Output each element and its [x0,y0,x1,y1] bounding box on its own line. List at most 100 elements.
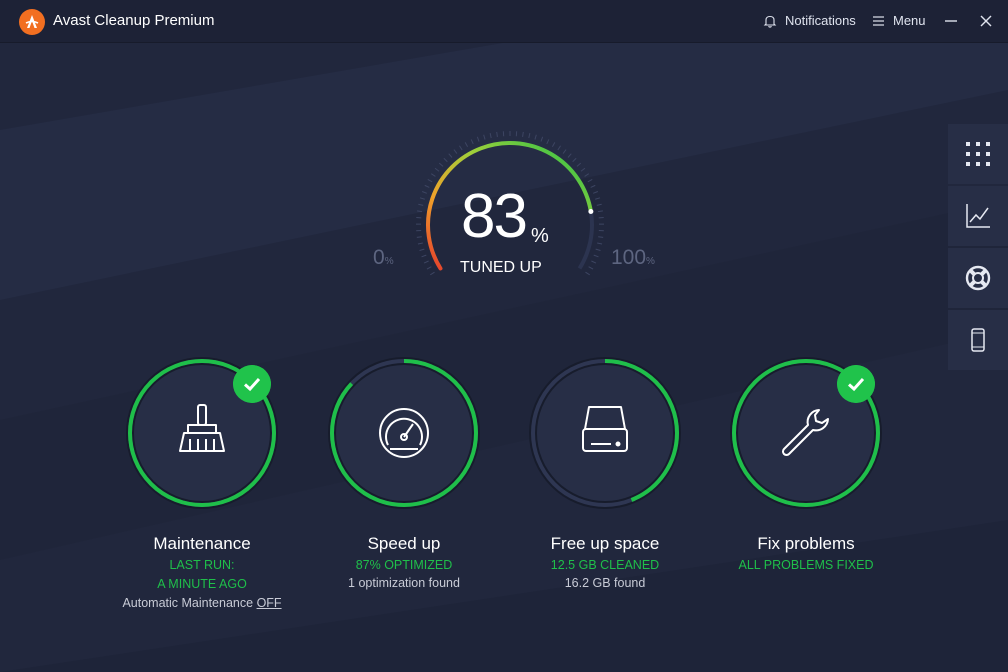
gauge-tick [598,236,604,238]
sidebar-item-help[interactable] [948,248,1008,308]
gauge-tick [546,139,550,145]
gauge-indicator-dot [588,208,594,214]
bell-icon [763,15,777,28]
fix-problems-status: ALL PROBLEMS FIXED [738,558,874,572]
gauge-min-unit: % [384,256,394,267]
notifications-button[interactable]: Notifications [763,13,856,28]
maintenance-last-run-value: A MINUTE AGO [157,577,247,591]
speed-up-title: Speed up [367,534,441,553]
gauge-tick [427,178,433,183]
gauge-tick [476,136,480,142]
gauge-tick [496,131,498,137]
sidebar-item-mobile[interactable] [948,310,1008,370]
gauge-tick [448,153,453,158]
gauge-tick [430,173,436,177]
automatic-maintenance-label: Automatic Maintenance [122,596,254,610]
sidebar-item-all-tools[interactable] [948,124,1008,184]
fix-problems-title: Fix problems [757,534,855,553]
gauge-tick [426,266,432,270]
gauge-tick [534,134,537,140]
gauge-tick [593,254,599,258]
gauge-tick [522,131,524,137]
gauge-tick [470,139,474,145]
automatic-maintenance-toggle-link[interactable]: OFF [257,596,282,610]
automatic-maintenance-status: Automatic Maintenance OFF [102,596,302,610]
title-bar: Avast Cleanup Premium Notifications Menu [0,0,1008,43]
gauge-tick [597,210,604,213]
gauge-tick [590,184,596,188]
free-up-space-detail: 16.2 GB found [564,576,646,590]
gauge-tick [595,248,601,251]
fix-problems-check-badge [837,365,875,403]
gauge-min-value: 0 [373,246,385,269]
lifebuoy-icon [965,265,991,291]
gauge-tick [595,197,601,200]
gauge-tick [576,162,582,167]
gauge-tick [416,210,423,213]
app-title: Avast Cleanup Premium [53,12,215,29]
notifications-label: Notifications [785,13,856,28]
gauge-tick [421,191,428,194]
gauge-tick [430,271,435,276]
gauge-tick [588,266,594,270]
minimize-icon[interactable] [940,10,962,32]
gauge-max-unit: % [646,256,655,267]
chart-icon [966,204,990,228]
gauge-tick [596,203,602,206]
gauge-tick [584,173,590,177]
gauge-tick [423,260,429,264]
speed-up-status: 87% OPTIMIZED [355,558,453,572]
hamburger-icon [873,15,884,26]
sidebar-item-statistics[interactable] [948,186,1008,246]
gauge-tick [416,236,422,238]
gauge-tick [597,242,603,245]
gauge-tick [418,203,424,206]
gauge-tick [540,136,544,142]
gauge-tick [434,167,440,172]
gauge-tick [567,153,572,158]
gauge-tick [417,242,423,245]
free-up-space-button[interactable] [527,355,683,511]
gauge-tick [551,142,556,147]
gauge-tick [592,191,599,194]
gauge-tick [438,162,444,167]
gauge-tick [489,133,492,139]
avast-logo-icon [19,9,45,35]
free-up-space-status: 12.5 GB CLEANED [550,558,660,572]
menu-button[interactable]: Menu [872,13,926,28]
gauge-tick [580,167,586,172]
speed-up-button[interactable] [326,355,482,511]
gauge-tick [421,254,427,258]
speed-up-detail: 1 optimization found [348,576,460,590]
grid-icon [966,142,990,166]
tuned-up-unit: % [531,225,549,247]
gauge-tick [419,248,425,251]
gauge-tick [557,145,561,151]
free-up-space-title: Free up space [550,534,660,553]
menu-label: Menu [893,13,926,28]
gauge-tick [483,134,486,140]
gauge-tick [464,142,469,147]
maintenance-last-run-label: LAST RUN: [169,558,235,572]
gauge-max-value: 100 [611,246,647,269]
gauge-tick [424,184,430,188]
maintenance-check-badge [233,365,271,403]
tuned-up-label: TUNED UP [460,259,542,276]
phone-icon [971,328,985,352]
side-panel [948,124,1008,370]
gauge-tick [419,197,425,200]
gauge-tick [585,271,590,276]
gauge-tick [587,178,593,183]
gauge-tick [453,149,458,154]
gauge-max-label: 100% [611,246,655,270]
gauge-tick [528,133,531,139]
gauge-tick [443,157,448,163]
close-icon[interactable] [975,10,997,32]
maintenance-title: Maintenance [153,534,251,553]
gauge-min-label: 0% [373,246,394,270]
gauge-tick [459,145,463,151]
gauge-tick [562,149,567,154]
tuned-up-value: 83 [461,182,528,251]
gauge-tick [591,260,597,264]
gauge-tick [572,157,577,163]
